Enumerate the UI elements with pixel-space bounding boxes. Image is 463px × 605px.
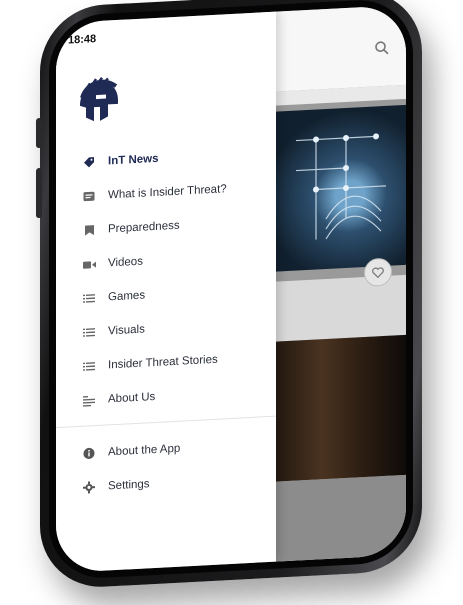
phone-screen: 18:48 InT News What is Insider Threat? P… — [56, 4, 406, 574]
menu-item-label: Visuals — [108, 323, 145, 338]
info-circle-icon — [82, 446, 96, 461]
search-icon[interactable] — [374, 40, 390, 57]
phone-mockup-scene: 18:48 InT News What is Insider Threat? P… — [0, 0, 463, 605]
bookmark-icon — [82, 223, 96, 238]
gear-icon — [82, 480, 96, 495]
news-card-footer — [266, 274, 406, 343]
news-card-image-2[interactable] — [266, 334, 406, 483]
list-icon — [82, 325, 96, 340]
app-bottom-area — [266, 474, 406, 563]
menu-item-label: About Us — [108, 390, 156, 406]
tag-icon — [82, 155, 96, 170]
status-time: 18:48 — [68, 33, 97, 47]
list-icon — [82, 359, 96, 374]
menu-item-label: InT News — [108, 152, 159, 168]
heart-icon — [372, 266, 384, 278]
app-top-bar — [256, 4, 406, 93]
menu-item-label: Settings — [108, 478, 150, 493]
phone-device: 18:48 InT News What is Insider Threat? P… — [36, 0, 422, 591]
menu-divider — [56, 415, 276, 429]
navigation-drawer: 18:48 InT News What is Insider Threat? P… — [56, 11, 276, 574]
menu-item-label: What is Insider Threat? — [108, 183, 227, 202]
menu-item-label: Preparedness — [108, 219, 180, 236]
phone-side-button — [36, 117, 42, 149]
list-icon — [82, 291, 96, 306]
video-icon — [82, 257, 96, 272]
circuit-graphic — [296, 133, 386, 240]
menu-item-label: Videos — [108, 255, 143, 270]
text-list-icon — [82, 393, 96, 408]
drawer-menu: InT News What is Insider Threat? Prepare… — [56, 136, 276, 505]
menu-item-label: Insider Threat Stories — [108, 353, 218, 372]
menu-item-label: Games — [108, 289, 146, 304]
menu-item-label: About the App — [108, 442, 181, 459]
spartan-helmet-logo — [80, 77, 118, 122]
phone-volume-button — [36, 167, 42, 219]
info-card-icon — [82, 189, 96, 204]
